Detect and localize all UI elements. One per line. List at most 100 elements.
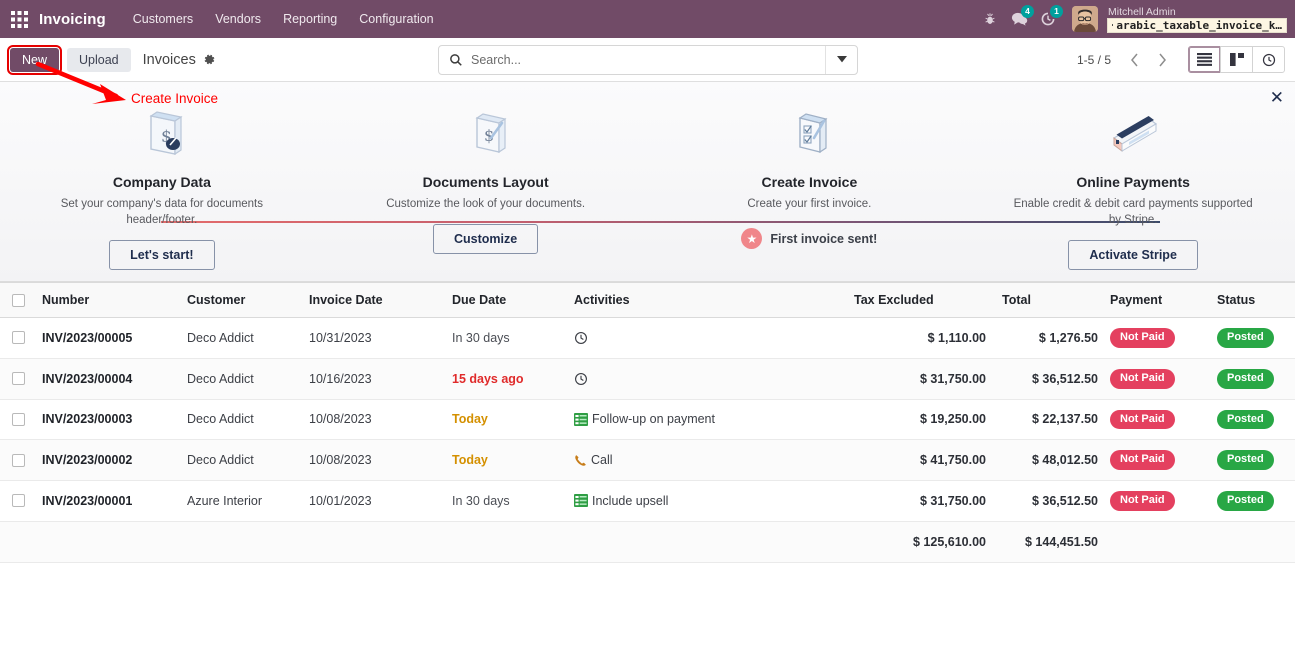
row-checkbox[interactable]	[12, 372, 25, 386]
menu-item-customers[interactable]: Customers	[122, 3, 204, 35]
cell-number: INV/2023/00005	[42, 330, 133, 345]
gear-icon[interactable]	[203, 53, 216, 66]
cell-tax-excluded: $ 31,750.00	[919, 493, 986, 508]
pager-label: 1-5 / 5	[1076, 52, 1111, 67]
apps-grid-icon[interactable]	[6, 6, 32, 32]
activate-stripe-button[interactable]: Activate Stripe	[1068, 240, 1198, 270]
table-row[interactable]: INV/2023/00001 Azure Interior 10/01/2023…	[0, 480, 1295, 522]
onboarding-step-description: Enable credit & debit card payments supp…	[1013, 198, 1253, 226]
clock-icon[interactable]	[574, 331, 588, 345]
search-input[interactable]	[471, 52, 825, 67]
cell-tax-excluded: $ 31,750.00	[919, 371, 986, 386]
total-tax-excluded: $ 125,610.00	[846, 521, 994, 563]
column-header-status[interactable]: Status	[1209, 282, 1295, 318]
lets-start-button[interactable]: Let's start!	[109, 240, 215, 270]
chevron-right-icon	[1158, 53, 1166, 66]
payment-badge: Not Paid	[1110, 409, 1175, 430]
database-chip: arabic_taxable_invoice_k…	[1107, 17, 1287, 33]
cell-invoice-date: 10/08/2023	[301, 399, 444, 441]
row-checkbox[interactable]	[12, 453, 25, 467]
row-checkbox[interactable]	[12, 494, 25, 508]
table-header-row: Number Customer Invoice Date Due Date Ac…	[0, 282, 1295, 318]
activity-label: Follow-up on payment	[592, 412, 715, 427]
page-title: Invoices	[142, 51, 196, 68]
first-invoice-sent-label: First invoice sent!	[770, 231, 878, 246]
status-badge: Posted	[1217, 450, 1274, 470]
onboarding-step-completed: ★ First invoice sent!	[741, 228, 877, 249]
onboarding-step-title: Create Invoice	[761, 174, 858, 190]
column-header-activities[interactable]: Activities	[566, 282, 846, 318]
payment-badge: Not Paid	[1110, 328, 1175, 348]
chat-bubble-icon[interactable]: 4	[1006, 5, 1034, 32]
cell-due-date: Today	[452, 453, 488, 468]
column-header-total[interactable]: Total	[994, 282, 1106, 318]
clock-icon[interactable]	[574, 372, 588, 386]
phone-icon[interactable]	[574, 454, 587, 467]
onboarding-step-description: Create your first invoice.	[747, 198, 872, 210]
column-header-due-date[interactable]: Due Date	[444, 282, 566, 318]
bug-icon[interactable]	[977, 6, 1003, 32]
cell-customer: Deco Addict	[179, 399, 301, 441]
status-badge: Posted	[1217, 491, 1274, 511]
cell-due-date: In 30 days	[452, 493, 510, 508]
status-badge: Posted	[1217, 368, 1274, 389]
cell-activities: Include upsell	[566, 480, 846, 522]
list-icon	[1197, 53, 1212, 66]
select-all-checkbox[interactable]	[12, 293, 25, 307]
row-checkbox[interactable]	[12, 412, 25, 426]
cell-invoice-date: 10/01/2023	[301, 480, 444, 522]
table-body: INV/2023/00005 Deco Addict 10/31/2023 In…	[0, 317, 1295, 522]
customize-button[interactable]: Customize	[433, 224, 539, 254]
select-all-header	[0, 282, 34, 318]
table-footer: $ 125,610.00 $ 144,451.50	[0, 521, 1295, 563]
clock-activity-icon[interactable]: 1	[1035, 5, 1063, 32]
menu-item-configuration[interactable]: Configuration	[348, 3, 444, 35]
upload-button[interactable]: Upload	[67, 47, 131, 72]
total-amount: $ 144,451.50	[994, 521, 1106, 563]
table-row[interactable]: INV/2023/00005 Deco Addict 10/31/2023 In…	[0, 317, 1295, 359]
search-dropdown-toggle[interactable]	[825, 45, 857, 74]
pager-previous-button[interactable]	[1121, 47, 1147, 73]
todo-list-icon[interactable]	[574, 412, 588, 426]
menu-item-vendors[interactable]: Vendors	[204, 3, 272, 35]
onboarding-step-title: Online Payments	[1076, 174, 1190, 190]
row-select-cell	[0, 358, 34, 400]
table-row[interactable]: INV/2023/00004 Deco Addict 10/16/2023 15…	[0, 358, 1295, 400]
column-header-number[interactable]: Number	[34, 282, 179, 318]
main-menu: Customers Vendors Reporting Configuratio…	[122, 3, 445, 35]
activity-view-button[interactable]	[1252, 46, 1285, 73]
column-header-tax-excluded[interactable]: Tax Excluded	[846, 282, 994, 318]
cell-due-date: In 30 days	[452, 330, 510, 345]
kanban-view-button[interactable]	[1220, 46, 1253, 73]
column-header-payment[interactable]: Payment	[1106, 282, 1209, 318]
cell-number: INV/2023/00003	[42, 412, 133, 427]
payment-badge: Not Paid	[1110, 491, 1175, 511]
menu-item-reporting[interactable]: Reporting	[272, 3, 348, 35]
navbar-right-tools: 4 1 Mitchell Admin arabic_taxable_invoic…	[977, 5, 1287, 33]
onboarding-step-description: Customize the look of your documents.	[386, 198, 586, 210]
column-header-invoice-date[interactable]: Invoice Date	[301, 282, 444, 318]
table-row[interactable]: INV/2023/00003 Deco Addict 10/08/2023 To…	[0, 399, 1295, 441]
user-menu[interactable]: Mitchell Admin arabic_taxable_invoice_k…	[1107, 6, 1287, 33]
table-row[interactable]: INV/2023/00002 Deco Addict 10/08/2023 To…	[0, 439, 1295, 481]
pager-next-button[interactable]	[1149, 47, 1175, 73]
totals-row: $ 125,610.00 $ 144,451.50	[0, 521, 1295, 563]
cell-total: $ 36,512.50	[1031, 493, 1098, 508]
row-checkbox[interactable]	[12, 331, 25, 345]
status-badge: Posted	[1217, 409, 1274, 430]
cell-tax-excluded: $ 19,250.00	[919, 412, 986, 427]
control-panel: New Upload Invoices 1-5 / 5	[0, 38, 1295, 82]
new-button[interactable]: New	[6, 44, 63, 75]
searchbar[interactable]	[438, 44, 858, 75]
messages-count-badge: 4	[1021, 5, 1034, 18]
list-view-button[interactable]	[1188, 46, 1221, 73]
avatar[interactable]	[1072, 6, 1098, 32]
app-brand-invoicing[interactable]: Invoicing	[39, 11, 106, 28]
activities-count-badge: 1	[1050, 5, 1063, 18]
cell-customer: Deco Addict	[179, 317, 301, 359]
cell-customer: Deco Addict	[179, 439, 301, 481]
annotation-label: Create Invoice	[131, 91, 219, 106]
todo-list-icon[interactable]	[574, 494, 588, 508]
cell-activities	[566, 317, 846, 359]
column-header-customer[interactable]: Customer	[179, 282, 301, 318]
